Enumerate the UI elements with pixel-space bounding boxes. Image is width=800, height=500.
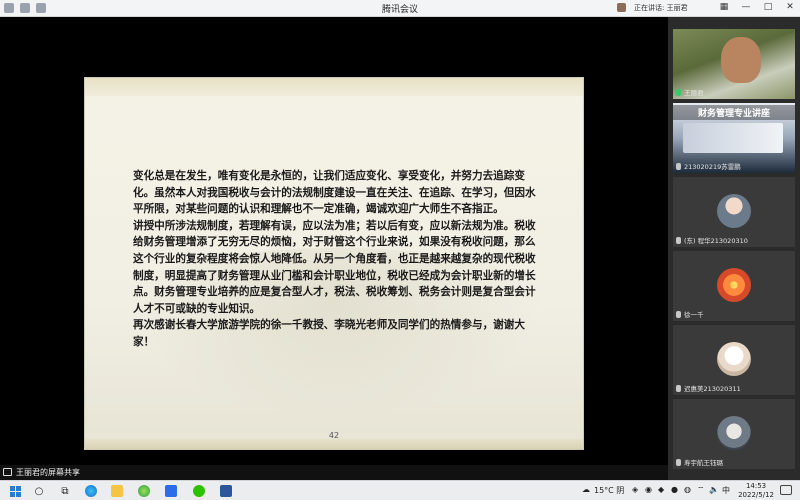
participant-video — [721, 37, 761, 83]
close-button[interactable]: ✕ — [784, 2, 796, 12]
slide-body: 变化总是在发生，唯有变化是永恒的，让我们适应变化、享受变化，并努力去追踪变化。虽… — [133, 168, 543, 351]
ime-indicator[interactable]: 中 — [722, 485, 730, 496]
notification-icon[interactable] — [780, 485, 792, 495]
avatar — [717, 267, 751, 302]
app-tray-icon[interactable]: ● — [671, 485, 678, 494]
minimize-button[interactable]: — — [740, 2, 752, 12]
participant-name: (东) 程华213020310 — [676, 235, 748, 245]
search-icon[interactable]: ○ — [32, 484, 46, 498]
slide-paragraph-1: 变化总是在发生，唯有变化是永恒的，让我们适应变化、享受变化，并努力去追踪变化。虽… — [133, 170, 536, 216]
avatar — [717, 341, 751, 376]
mic-off-icon — [676, 384, 681, 392]
participant-tile[interactable]: 王丽君 — [673, 29, 795, 99]
mic-on-icon — [676, 88, 681, 96]
file-explorer-icon[interactable] — [110, 484, 124, 498]
weather-text[interactable]: 15°C 阴 — [594, 485, 624, 496]
speaking-avatar — [617, 3, 626, 12]
avatar — [717, 415, 751, 450]
participant-name: 迟惠美213020311 — [676, 383, 741, 393]
screen-share-label: 王丽君的屏幕共享 — [16, 468, 80, 477]
system-clock[interactable]: 14:53 2022/5/12 — [738, 482, 774, 500]
clock-date: 2022/5/12 — [738, 491, 774, 499]
meeting-app-icon[interactable] — [164, 484, 178, 498]
start-icon[interactable] — [8, 484, 22, 498]
participant-sidebar[interactable]: 王丽君 财务管理专业讲座 213020219苏雷鹏 (东) 程华21302031… — [668, 17, 800, 480]
participant-tile[interactable]: 迟惠美213020311 — [673, 325, 795, 395]
app-tray-icon[interactable]: ◆ — [658, 485, 664, 494]
participant-video — [683, 123, 783, 153]
screen-share-icon — [3, 468, 12, 476]
participant-name: 徐一千 — [676, 309, 704, 319]
title-bar: 腾讯会议 正在讲话: 王丽君 ▦ — □ ✕ — [0, 0, 800, 17]
participant-tile[interactable]: 财务管理专业讲座 213020219苏雷鹏 — [673, 103, 795, 173]
app-tray-icon[interactable]: ◍ — [684, 485, 691, 494]
word-icon[interactable] — [219, 484, 233, 498]
slide-bottom-band — [85, 439, 583, 449]
mic-off-icon — [676, 162, 681, 170]
volume-icon[interactable]: 🔈 — [709, 485, 719, 494]
participant-tile[interactable]: 寿宇航王钰璐 — [673, 399, 795, 469]
maximize-button[interactable]: □ — [762, 2, 774, 12]
avatar — [717, 193, 751, 228]
mic-off-icon — [676, 310, 681, 318]
screen-share-area: 变化总是在发生，唯有变化是永恒的，让我们适应变化、享受变化，并努力去追踪变化。虽… — [0, 17, 668, 465]
wechat-icon[interactable] — [192, 484, 206, 498]
window-controls: ▦ — □ ✕ — [718, 2, 796, 12]
task-view-icon[interactable]: ⧉ — [58, 484, 72, 498]
screen-share-bar: 王丽君的屏幕共享 — [0, 465, 668, 480]
shared-slide: 变化总是在发生，唯有变化是永恒的，让我们适应变化、享受变化，并努力去追踪变化。虽… — [84, 77, 584, 450]
app-tray-icon[interactable]: ◉ — [645, 485, 652, 494]
clock-time: 14:53 — [745, 482, 767, 490]
layout-icon[interactable]: ▦ — [718, 2, 730, 12]
app-tray-icon[interactable]: ◈ — [632, 485, 638, 494]
slide-top-band — [85, 78, 583, 96]
speaking-indicator: 正在讲话: 王丽君 — [634, 4, 688, 12]
participant-name: 寿宇航王钰璐 — [676, 457, 723, 467]
mic-off-icon — [676, 458, 681, 466]
participant-name: 王丽君 — [676, 87, 704, 97]
wifi-icon[interactable]: ⌔ — [697, 485, 705, 495]
slide-paragraph-2: 讲授中所涉法规制度，若理解有误，应以法为准；若以后有变，应以新法规为准。税收给财… — [133, 219, 536, 315]
slide-paragraph-3: 再次感谢长春大学旅游学院的徐一千教授、李晓光老师及同学们的热情参与，谢谢大家！ — [133, 319, 525, 348]
mic-off-icon — [676, 236, 681, 244]
participant-tile[interactable]: (东) 程华213020310 — [673, 177, 795, 247]
taskbar: ○ ⧉ ☁ 15°C 阴 ◈ ◉ ◆ ● ◍ ⌔ 🔈 中 14:53 2022/… — [0, 480, 800, 500]
participant-name: 213020219苏雷鹏 — [676, 161, 741, 171]
edge-icon[interactable] — [84, 484, 98, 498]
video-banner-text: 财务管理专业讲座 — [673, 105, 795, 120]
browser-icon[interactable] — [137, 484, 151, 498]
participant-tile[interactable]: 徐一千 — [673, 251, 795, 321]
meeting-window: 腾讯会议 正在讲话: 王丽君 ▦ — □ ✕ 变化总是在发生，唯有变化是永恒的，… — [0, 0, 800, 500]
weather-icon[interactable]: ☁ — [582, 485, 590, 494]
